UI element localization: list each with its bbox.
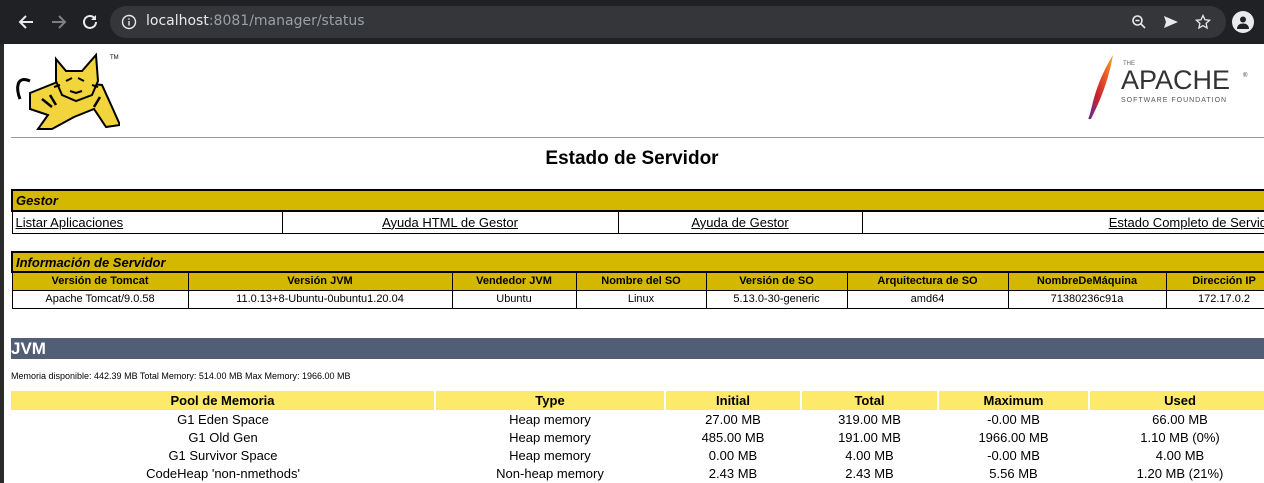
bookmark-star-icon[interactable] (1194, 13, 1212, 31)
os-name: Linux (575, 289, 707, 309)
pool-total: 191.00 MB (838, 429, 901, 445)
pool-initial: 27.00 MB (705, 411, 761, 427)
link-complete-server-status[interactable]: Estado Completo de Servidor (1109, 215, 1264, 230)
url-path: :8081/manager/status (208, 13, 365, 29)
pool-col-header: Used (1089, 391, 1264, 410)
col-header: Arquitectura de SO (846, 271, 1009, 291)
pool-col-header: Maximum (938, 391, 1090, 410)
manager-header: Gestor (10, 189, 1264, 212)
pool-maximum: -0.00 MB (987, 411, 1040, 427)
col-header: Versión de Tomcat (11, 271, 189, 291)
os-version: 5.13.0-30-generic (705, 289, 848, 309)
pool-col-header: Total (801, 391, 939, 410)
tomcat-tm: TM (110, 55, 119, 61)
pool-col-header: Pool de Memoria (11, 391, 436, 410)
os-architecture: amd64 (846, 289, 1009, 309)
pool-maximum: 1966.00 MB (978, 429, 1049, 445)
reload-button[interactable] (78, 10, 102, 34)
back-button[interactable] (14, 10, 38, 34)
table-row: G1 Old Gen Heap memory 485.00 MB 191.00 … (11, 428, 1264, 446)
zoom-icon[interactable] (1130, 13, 1148, 31)
profile-avatar-icon[interactable] (1232, 11, 1254, 33)
jvm-vendor: Ubuntu (451, 289, 577, 309)
tomcat-cat-icon: TM (16, 52, 122, 130)
link-html-manager-help[interactable]: Ayuda HTML de Gestor (382, 215, 518, 230)
col-header: NombreDeMáquina (1007, 271, 1167, 291)
pool-used: 1.10 MB (0%) (1140, 429, 1220, 445)
server-info-table: Información de Servidor Versión de Tomca… (10, 251, 1264, 309)
apache-sub: SOFTWARE FOUNDATION (1121, 97, 1227, 104)
jvm-version: 11.0.13+8-Ubuntu-0ubuntu1.20.04 (187, 289, 453, 309)
pool-name: G1 Survivor Space (168, 447, 278, 463)
col-header: Vendedor JVM (451, 271, 577, 291)
pool-name: G1 Eden Space (177, 411, 269, 427)
memory-pool-table: Pool de Memoria Type Initial Total Maxim… (11, 391, 1264, 482)
window-edge (0, 44, 4, 483)
apache-logo[interactable]: THE APACHE ® SOFTWARE FOUNDATION (1083, 51, 1253, 123)
col-header: Versión JVM (187, 271, 453, 291)
info-icon[interactable] (120, 13, 138, 31)
pool-type: Heap memory (509, 429, 591, 445)
browser-toolbar: localhost:8081/manager/status (0, 0, 1264, 44)
url-host: localhost (146, 13, 209, 29)
server-info-header: Información de Servidor (10, 251, 1264, 273)
link-list-applications[interactable]: Listar Aplicaciones (16, 215, 124, 230)
pool-initial: 0.00 MB (708, 447, 758, 463)
jvm-section-title: JVM (11, 338, 1264, 359)
back-arrow-icon (18, 15, 33, 29)
col-header: Versión de SO (705, 271, 848, 291)
pool-used: 1.20 MB (21%) (1136, 465, 1224, 481)
pool-initial: 2.43 MB (708, 465, 758, 481)
tomcat-logo[interactable]: TM (12, 51, 122, 131)
pool-type: Heap memory (509, 447, 591, 463)
pool-name: CodeHeap 'non-nmethods' (146, 465, 300, 481)
pool-type: Heap memory (509, 411, 591, 427)
pool-total: 319.00 MB (838, 411, 901, 427)
page-title: Estado de Servidor (545, 148, 719, 169)
pool-total: 2.43 MB (845, 465, 894, 481)
pool-col-header: Type (435, 391, 666, 410)
pool-initial: 485.00 MB (701, 429, 765, 445)
table-row: G1 Eden Space Heap memory 27.00 MB 319.0… (11, 410, 1264, 428)
address-bar[interactable]: localhost:8081/manager/status (110, 6, 1226, 38)
memory-summary: Memoria disponible: 442.39 MB Total Memo… (11, 371, 351, 381)
page-content: TM THE APACHE ® SOFTWARE FOUNDATION Esta… (0, 44, 1264, 483)
col-header: Dirección IP (1165, 271, 1264, 291)
tomcat-version: Apache Tomcat/9.0.58 (11, 289, 189, 309)
url-text[interactable]: localhost:8081/manager/status (146, 13, 365, 29)
pool-total: 4.00 MB (845, 447, 894, 463)
link-manager-help[interactable]: Ayuda de Gestor (691, 215, 788, 230)
forward-button[interactable] (47, 10, 71, 34)
send-icon[interactable] (1162, 13, 1180, 31)
pool-col-header: Initial (665, 391, 802, 410)
table-row: CodeHeap 'non-nmethods' Non-heap memory … (11, 464, 1264, 482)
table-row: G1 Survivor Space Heap memory 0.00 MB 4.… (11, 446, 1264, 464)
ip-address: 172.17.0.2 (1165, 289, 1264, 309)
forward-arrow-icon (52, 15, 67, 29)
apache-feather-icon: THE APACHE ® SOFTWARE FOUNDATION (1088, 55, 1248, 120)
col-header: Nombre del SO (575, 271, 707, 291)
pool-maximum: -0.00 MB (987, 447, 1040, 463)
pool-used: 4.00 MB (1155, 447, 1205, 463)
manager-table: Gestor Listar Aplicaciones Ayuda HTML de… (10, 189, 1264, 234)
pool-type: Non-heap memory (496, 465, 604, 481)
apache-registered: ® (1243, 72, 1248, 79)
pool-maximum: 5.56 MB (989, 465, 1038, 481)
header-divider (11, 137, 1264, 138)
reload-icon (83, 14, 97, 29)
pool-name: G1 Old Gen (188, 429, 258, 445)
hostname: 71380236c91a (1007, 289, 1167, 309)
pool-used: 66.00 MB (1152, 411, 1208, 427)
apache-word: APACHE (1121, 65, 1230, 95)
